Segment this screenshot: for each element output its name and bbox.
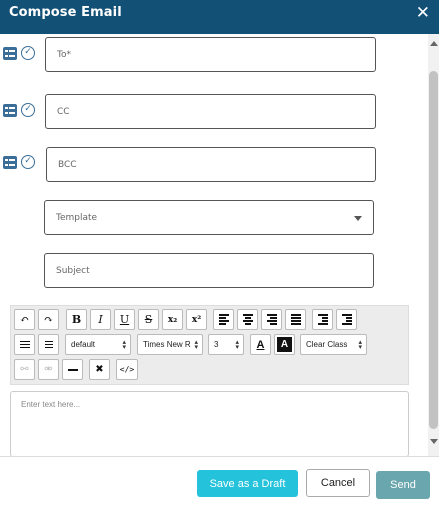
cc-field[interactable]: CC (45, 94, 376, 129)
close-icon[interactable]: ✕ (416, 3, 430, 23)
contact-list-icon[interactable] (3, 46, 17, 60)
undo-button[interactable]: ↶ (14, 309, 35, 330)
validate-check-icon[interactable]: ✓ (21, 46, 35, 60)
align-center-icon (242, 314, 253, 325)
cc-row-icons: ✓ (3, 103, 35, 117)
contact-list-icon[interactable] (3, 155, 17, 169)
font-family-value: Times New R (143, 340, 191, 349)
italic-button[interactable]: I (90, 309, 111, 330)
template-select[interactable]: Template (44, 200, 374, 235)
bold-button[interactable]: B (66, 309, 87, 330)
template-placeholder: Template (56, 212, 98, 223)
select-arrows-icon: ▴ ▾ (358, 339, 362, 351)
source-code-button[interactable]: </> (116, 359, 138, 380)
align-center-button[interactable] (237, 309, 258, 330)
format-select[interactable]: default ▴ ▾ (65, 334, 131, 355)
numbered-list-icon (44, 340, 53, 349)
strikethrough-button[interactable]: S (138, 309, 159, 330)
format-select-value: default (71, 340, 96, 349)
clear-class-value: Clear Class (306, 340, 348, 349)
link-button[interactable]: ⚯ (14, 359, 35, 380)
align-left-button[interactable] (213, 309, 234, 330)
to-field[interactable]: To* (45, 37, 376, 72)
dialog-header: Compose Email ✕ (0, 0, 439, 34)
validate-check-icon[interactable]: ✓ (21, 155, 35, 169)
indent-icon (317, 314, 328, 325)
indent-button[interactable] (312, 309, 333, 330)
link-icon: ⚯ (20, 364, 29, 375)
outdent-icon (341, 314, 352, 325)
unlink-icon: ⚮ (44, 364, 53, 375)
select-arrows-icon: ▴ ▾ (122, 339, 126, 351)
footer-divider (0, 456, 439, 457)
align-left-icon (218, 314, 229, 325)
horizontal-rule-button[interactable] (62, 359, 83, 380)
select-arrows-icon: ▴ ▾ (194, 339, 198, 351)
bcc-placeholder: BCC (58, 159, 77, 170)
subject-placeholder: Subject (56, 265, 90, 276)
redo-button[interactable]: ↷ (38, 309, 59, 330)
remove-format-button[interactable]: ✖ (89, 359, 110, 380)
to-placeholder: To* (57, 49, 71, 60)
subscript-button[interactable]: x₂ (162, 309, 183, 330)
scroll-down-arrow-icon[interactable] (430, 439, 438, 444)
align-right-button[interactable] (261, 309, 282, 330)
bcc-field[interactable]: BCC (46, 147, 376, 182)
select-arrows-icon: ▴ ▾ (235, 339, 239, 351)
justify-icon (290, 314, 301, 325)
horizontal-rule-icon (67, 368, 78, 371)
justify-button[interactable] (285, 309, 306, 330)
clear-class-select[interactable]: Clear Class ▴ ▾ (300, 334, 367, 355)
contact-list-icon[interactable] (3, 103, 17, 117)
unlink-button[interactable]: ⚮ (38, 359, 59, 380)
send-button[interactable]: Send (376, 471, 430, 499)
message-editor[interactable]: Enter text here... (10, 391, 409, 457)
font-size-select[interactable]: 3 ▴ ▾ (208, 334, 244, 355)
superscript-button[interactable]: x² (186, 309, 207, 330)
underline-button[interactable]: U (114, 309, 135, 330)
font-size-value: 3 (214, 340, 219, 349)
background-color-icon: A (277, 337, 292, 352)
editor-placeholder: Enter text here... (21, 400, 81, 409)
remove-format-icon: ✖ (95, 364, 104, 375)
save-draft-button[interactable]: Save as a Draft (197, 470, 298, 497)
outdent-button[interactable] (336, 309, 357, 330)
bullet-list-icon (19, 340, 30, 349)
to-row-icons: ✓ (3, 46, 35, 60)
bcc-row-icons: ✓ (3, 155, 35, 169)
subject-field[interactable]: Subject (44, 253, 374, 288)
font-color-button[interactable]: A (250, 334, 271, 355)
scroll-up-arrow-icon[interactable] (430, 41, 438, 46)
validate-check-icon[interactable]: ✓ (21, 103, 35, 117)
numbered-list-button[interactable] (38, 334, 59, 355)
background-color-button[interactable]: A (274, 334, 295, 355)
font-family-select[interactable]: Times New R ▴ ▾ (137, 334, 203, 355)
cc-placeholder: CC (57, 106, 70, 117)
dialog-title: Compose Email (9, 5, 122, 20)
bullet-list-button[interactable] (14, 334, 35, 355)
align-right-icon (266, 314, 277, 325)
cancel-button[interactable]: Cancel (306, 469, 370, 497)
dropdown-caret-icon (354, 216, 362, 221)
scrollbar-thumb[interactable] (429, 71, 438, 429)
